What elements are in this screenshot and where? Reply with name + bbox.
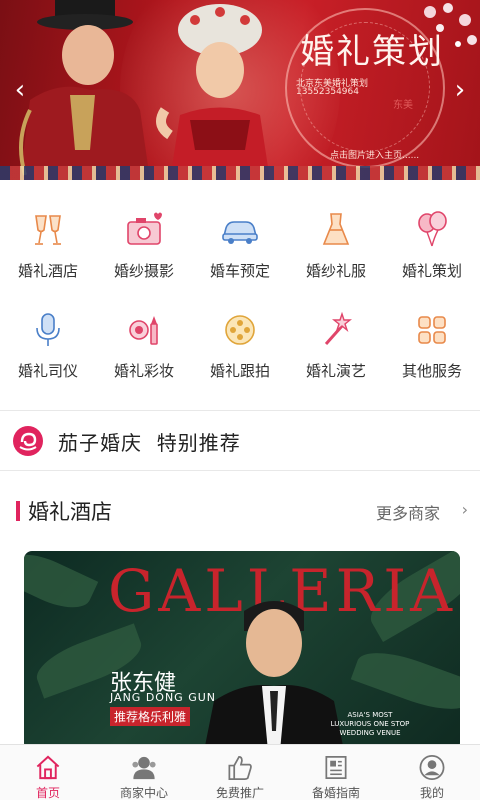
venue-slogan: ASIA'S MOST LUXURIOUS ONE STOP WEDDING V… (330, 711, 410, 737)
category-wedding-planning[interactable]: 婚礼策划 (384, 196, 480, 286)
nav-label: 免费推广 (215, 786, 264, 800)
nav-merchant-center[interactable]: 商家中心 (96, 745, 192, 800)
category-grid: 婚礼酒店 婚纱摄影 婚车预定 婚纱礼服 婚礼策划 婚礼司仪 婚礼彩妆 婚礼跟拍 … (0, 196, 480, 408)
recommend-title: 茄子婚庆 特别推荐 (58, 430, 241, 455)
brand-logo-icon (13, 426, 43, 456)
category-label: 婚车预定 (209, 262, 270, 280)
nav-label: 商家中心 (119, 786, 168, 800)
category-label: 婚礼跟拍 (209, 362, 270, 380)
more-merchants-link[interactable]: 更多商家 (376, 500, 440, 524)
camera-icon (127, 212, 162, 245)
banner-hint: 点击图片进入主页...... (330, 151, 420, 161)
category-wedding-performance[interactable]: 婚礼演艺 (288, 296, 384, 386)
nav-profile[interactable]: 我的 (384, 745, 480, 800)
category-label: 婚礼演艺 (305, 362, 366, 380)
category-other-services[interactable]: 其他服务 (384, 296, 480, 386)
nav-label: 我的 (419, 786, 444, 800)
magic-wand-icon (324, 311, 352, 345)
banner-phone: 13552354964 (296, 87, 359, 97)
category-label: 其他服务 (401, 362, 462, 380)
nav-free-promotion[interactable]: 免费推广 (192, 745, 288, 800)
dress-icon (322, 213, 350, 245)
nav-home[interactable]: 首页 (0, 745, 96, 800)
film-reel-icon (225, 315, 255, 345)
banner-next-arrow-icon[interactable]: › (446, 72, 474, 108)
leaf-decoration (350, 641, 460, 721)
divider (0, 410, 480, 411)
balloons-icon (418, 211, 447, 247)
section-header: 婚礼酒店 更多商家 › (0, 488, 480, 534)
car-icon (222, 221, 258, 244)
bottom-nav: 首页 商家中心 免费推广 备婚指南 我的 (0, 744, 480, 800)
banner-seal: 东美 (393, 100, 413, 111)
category-label: 婚纱礼服 (305, 262, 366, 280)
celebrity-image (204, 601, 344, 751)
category-wedding-makeup[interactable]: 婚礼彩妆 (96, 296, 192, 386)
category-wedding-car[interactable]: 婚车预定 (192, 196, 288, 286)
celebrity-pinyin: JANG DONG GUN (110, 691, 217, 704)
category-wedding-dress[interactable]: 婚纱礼服 (288, 196, 384, 286)
section-title: 婚礼酒店 (28, 500, 112, 524)
makeup-icon (129, 316, 158, 345)
bride-image (156, 4, 270, 180)
category-wedding-photo[interactable]: 婚纱摄影 (96, 196, 192, 286)
news-icon (325, 755, 347, 780)
nav-label: 首页 (35, 786, 60, 800)
banner-pattern (0, 166, 480, 180)
hero-banner[interactable]: 婚礼策划 北京东美婚礼策划 13552354964 东美 点击图片进入主页...… (0, 0, 480, 180)
nav-wedding-guide[interactable]: 备婚指南 (288, 745, 384, 800)
leaf-decoration (24, 551, 99, 619)
category-wedding-hotel[interactable]: 婚礼酒店 (0, 196, 96, 286)
section-accent-bar (16, 501, 20, 521)
category-wedding-video[interactable]: 婚礼跟拍 (192, 296, 288, 386)
banner-prev-arrow-icon[interactable]: ‹ (6, 72, 34, 108)
category-label: 婚礼策划 (401, 262, 462, 280)
banner-title: 婚礼策划 (300, 32, 444, 72)
champagne-icon (35, 215, 61, 245)
recommend-bar[interactable]: 茄子婚庆 特别推荐 (0, 412, 480, 470)
thumbs-up-icon (228, 755, 252, 780)
category-wedding-host[interactable]: 婚礼司仪 (0, 296, 96, 386)
users-icon (132, 756, 156, 780)
nav-label: 备婚指南 (311, 786, 360, 800)
microphone-icon (36, 313, 60, 346)
grid-icon (418, 316, 446, 344)
category-label: 婚纱摄影 (113, 262, 174, 280)
hotel-card[interactable]: GALLERIA 张东健 JANG DONG GUN 推荐格乐利雅 ASIA'S… (24, 551, 460, 751)
chevron-right-icon[interactable]: › (462, 500, 468, 519)
promo-tag: 推荐格乐利雅 (110, 707, 191, 726)
category-label: 婚礼酒店 (17, 262, 78, 280)
category-label: 婚礼彩妆 (113, 362, 174, 380)
profile-icon (419, 755, 445, 780)
divider (0, 470, 480, 471)
home-icon (36, 755, 60, 780)
category-label: 婚礼司仪 (17, 362, 78, 380)
